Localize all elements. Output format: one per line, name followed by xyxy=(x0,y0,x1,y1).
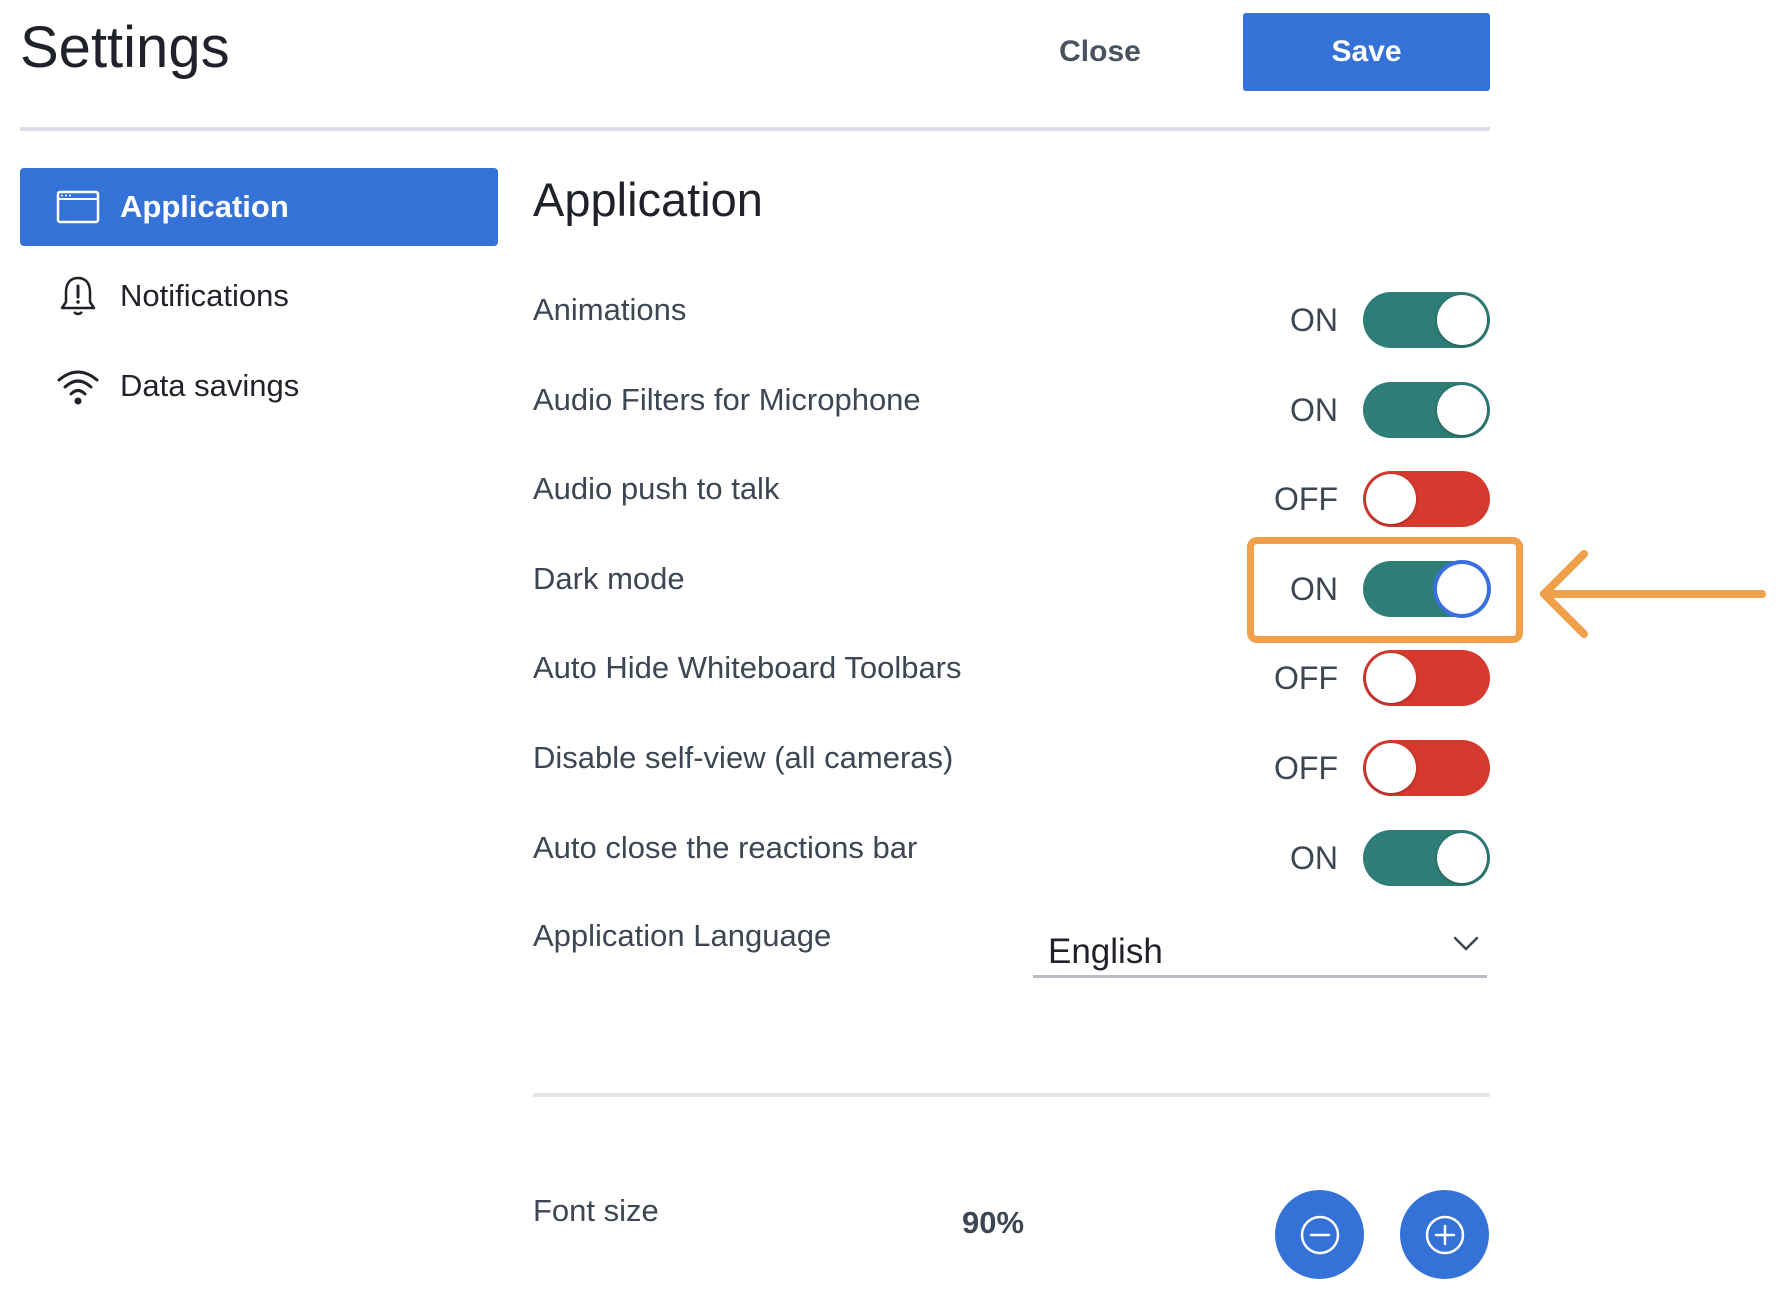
annotation-highlight-box xyxy=(1247,537,1523,643)
toggle-state-label: OFF xyxy=(1274,660,1338,696)
sidebar-item-label: Data savings xyxy=(120,368,300,403)
plus-circle-icon xyxy=(1425,1215,1464,1254)
chevron-down-icon xyxy=(1453,936,1479,951)
toggle-knob xyxy=(1366,653,1416,703)
setting-row-auto-close-reactions: Auto close the reactions bar ON xyxy=(533,830,1490,900)
toggle-state-label: ON xyxy=(1290,302,1338,338)
toggle-state-label: ON xyxy=(1290,392,1338,428)
decrease-font-size-button[interactable] xyxy=(1275,1190,1364,1279)
sidebar-item-notifications[interactable]: Notifications xyxy=(20,257,498,335)
toggle-knob xyxy=(1437,833,1487,883)
page-title: Settings xyxy=(20,15,230,80)
setting-label: Disable self-view (all cameras) xyxy=(533,740,954,775)
sidebar-item-label: Application xyxy=(120,189,289,224)
annotation-arrow-icon xyxy=(1540,550,1766,638)
setting-label: Audio push to talk xyxy=(533,471,780,506)
toggle-knob xyxy=(1437,295,1487,345)
save-button[interactable]: Save xyxy=(1243,13,1490,91)
toggle-knob xyxy=(1437,385,1487,435)
setting-label: Auto close the reactions bar xyxy=(533,830,918,865)
audio-filters-toggle[interactable] xyxy=(1363,382,1490,438)
sidebar-item-data-savings[interactable]: Data savings xyxy=(20,347,498,425)
setting-row-push-to-talk: Audio push to talk OFF xyxy=(533,471,1490,541)
language-value: English xyxy=(1048,932,1163,971)
setting-row-audio-filters: Audio Filters for Microphone ON xyxy=(533,382,1490,452)
setting-label: Animations xyxy=(533,292,687,327)
increase-font-size-button[interactable] xyxy=(1400,1190,1489,1279)
setting-label: Application Language xyxy=(533,918,832,953)
wifi-icon xyxy=(56,366,100,406)
language-select[interactable]: English xyxy=(1033,920,1487,978)
disable-self-view-toggle[interactable] xyxy=(1363,740,1490,796)
setting-label: Dark mode xyxy=(533,561,685,596)
auto-close-reactions-toggle[interactable] xyxy=(1363,830,1490,886)
setting-label: Audio Filters for Microphone xyxy=(533,382,921,417)
setting-label: Auto Hide Whiteboard Toolbars xyxy=(533,650,962,685)
header-divider xyxy=(20,127,1490,131)
toggle-state-label: OFF xyxy=(1274,750,1338,786)
section-title: Application xyxy=(533,173,763,226)
font-size-label: Font size xyxy=(533,1193,659,1228)
minus-circle-icon xyxy=(1300,1215,1339,1254)
sidebar-item-label: Notifications xyxy=(120,278,289,313)
sidebar-item-application[interactable]: Application xyxy=(20,168,498,246)
toggle-state-label: OFF xyxy=(1274,481,1338,517)
font-size-value: 90% xyxy=(962,1205,1025,1240)
toggle-state-label: ON xyxy=(1290,840,1338,876)
animations-toggle[interactable] xyxy=(1363,292,1490,348)
close-button[interactable]: Close xyxy=(1030,22,1170,82)
setting-row-auto-hide-toolbars: Auto Hide Whiteboard Toolbars OFF xyxy=(533,650,1490,720)
setting-row-disable-self-view: Disable self-view (all cameras) OFF xyxy=(533,740,1490,810)
toggle-knob xyxy=(1366,743,1416,793)
bell-alert-icon xyxy=(56,276,100,316)
push-to-talk-toggle[interactable] xyxy=(1363,471,1490,527)
setting-row-animations: Animations ON xyxy=(533,292,1490,362)
toggle-knob xyxy=(1366,474,1416,524)
window-icon xyxy=(56,187,100,227)
auto-hide-toolbars-toggle[interactable] xyxy=(1363,650,1490,706)
section-divider xyxy=(533,1093,1490,1097)
